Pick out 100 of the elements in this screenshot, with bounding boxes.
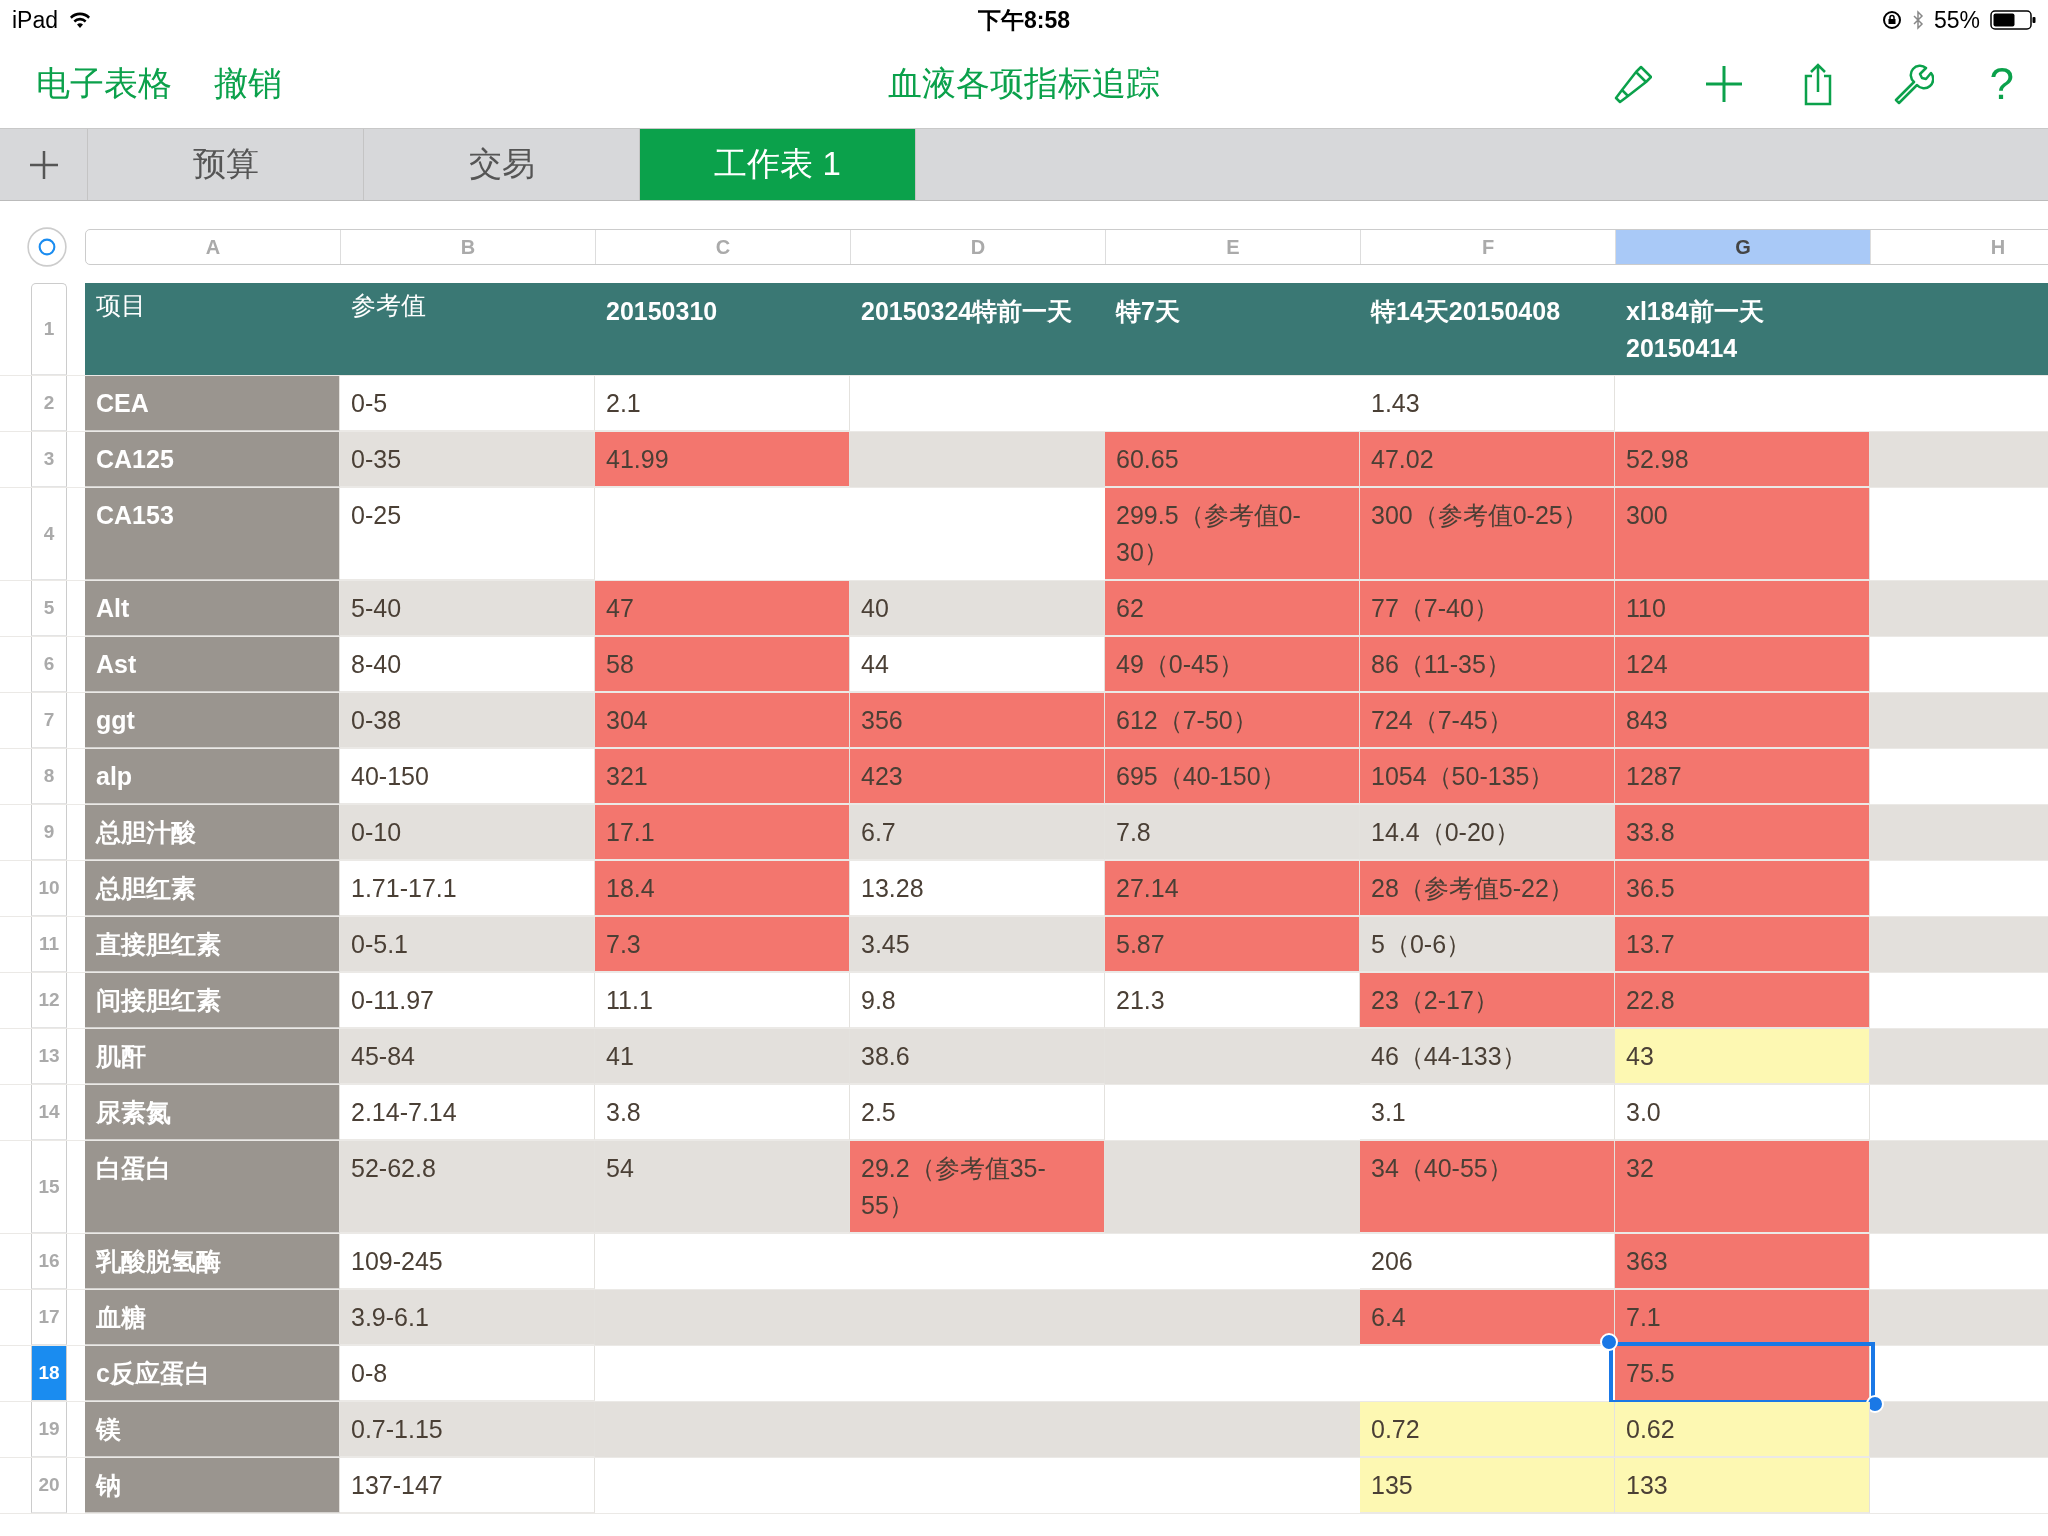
row-number[interactable]: 2 bbox=[31, 376, 67, 431]
device-name: iPad bbox=[12, 6, 59, 34]
bluetooth-icon bbox=[1911, 10, 1924, 30]
row-number[interactable]: 12 bbox=[31, 973, 67, 1028]
row-number[interactable]: 8 bbox=[31, 749, 67, 804]
column-header[interactable]: G bbox=[1616, 230, 1871, 264]
wifi-icon bbox=[68, 11, 93, 29]
row-number[interactable]: 16 bbox=[31, 1234, 67, 1289]
select-all-button[interactable] bbox=[26, 226, 68, 268]
column-header[interactable]: B bbox=[341, 230, 596, 264]
table-cell: 47.02 bbox=[1360, 432, 1615, 487]
row-number[interactable]: 14 bbox=[31, 1085, 67, 1140]
row-number[interactable]: 15 bbox=[31, 1141, 67, 1233]
rotation-lock-icon bbox=[1881, 10, 1902, 30]
table-cell: 124 bbox=[1615, 637, 1870, 692]
row-number[interactable]: 20 bbox=[31, 1458, 67, 1513]
table-cell: CA125 bbox=[85, 432, 340, 487]
table-cell: 49（0-45） bbox=[1105, 637, 1360, 692]
table-cell: 0.72 bbox=[1360, 1402, 1615, 1457]
table-cell: 22.8 bbox=[1615, 973, 1870, 1028]
header-cell-text: 特7天 bbox=[1114, 296, 1181, 327]
table-cell: 0-11.97 bbox=[340, 973, 595, 1028]
row-number[interactable]: 17 bbox=[31, 1290, 67, 1345]
table-cell: 724（7-45） bbox=[1360, 693, 1615, 748]
column-header[interactable]: D bbox=[851, 230, 1106, 264]
table-cell: 34（40-55） bbox=[1360, 1141, 1615, 1233]
table-cell: 6.7 bbox=[850, 805, 1105, 860]
table-cell: 612（7-50） bbox=[1105, 693, 1360, 748]
column-header[interactable]: A bbox=[86, 230, 341, 264]
table-cell: 3.8 bbox=[595, 1085, 850, 1140]
sheet-tab[interactable]: 工作表 1 bbox=[640, 129, 916, 200]
table-cell: c反应蛋白 bbox=[85, 1346, 340, 1401]
row-number[interactable]: 13 bbox=[31, 1029, 67, 1084]
table-cell: 52-62.8 bbox=[340, 1141, 595, 1233]
table-cell: alp bbox=[85, 749, 340, 804]
row-number[interactable]: 7 bbox=[31, 693, 67, 748]
table-cell: 109-245 bbox=[340, 1234, 595, 1289]
table-cell: CA153 bbox=[85, 488, 340, 580]
table-cell: 43 bbox=[1615, 1029, 1870, 1084]
battery-icon bbox=[1990, 10, 2036, 30]
column-header[interactable]: C bbox=[596, 230, 851, 264]
table-cell: 32 bbox=[1615, 1141, 1870, 1233]
row-number[interactable]: 9 bbox=[31, 805, 67, 860]
table-cell: 135 bbox=[1360, 1458, 1615, 1513]
row-number[interactable]: 19 bbox=[31, 1402, 67, 1457]
table-cell: 133 bbox=[1615, 1458, 1870, 1513]
table-cell: 77（7-40） bbox=[1360, 581, 1615, 636]
table-cell: Alt bbox=[85, 581, 340, 636]
row-number[interactable]: 4 bbox=[31, 488, 67, 580]
table-cell: 45-84 bbox=[340, 1029, 595, 1084]
column-header[interactable]: E bbox=[1106, 230, 1361, 264]
table-cell: 62 bbox=[1105, 581, 1360, 636]
row-number[interactable]: 3 bbox=[31, 432, 67, 487]
table-cell: 695（40-150） bbox=[1105, 749, 1360, 804]
table-cell: 60.65 bbox=[1105, 432, 1360, 487]
row-number[interactable]: 6 bbox=[31, 637, 67, 692]
toolbar-button[interactable]: 撤销 bbox=[208, 57, 288, 111]
table-cell: 52.98 bbox=[1615, 432, 1870, 487]
table-cell: 直接胆红素 bbox=[85, 917, 340, 972]
header-cell-text: 20150310 bbox=[605, 296, 719, 327]
table-cell: 3.9-6.1 bbox=[340, 1290, 595, 1345]
status-time: 下午8:58 bbox=[978, 5, 1070, 35]
table-cell: 58 bbox=[595, 637, 850, 692]
table-cell: 6.4 bbox=[1360, 1290, 1615, 1345]
table-cell: 0-8 bbox=[340, 1346, 595, 1401]
header-cell-text: 20150324特前一天 bbox=[860, 296, 1074, 327]
row-number[interactable]: 18 bbox=[31, 1346, 67, 1401]
table-cell: 白蛋白 bbox=[85, 1141, 340, 1233]
table-cell: 363 bbox=[1615, 1234, 1870, 1289]
row-number[interactable]: 10 bbox=[31, 861, 67, 916]
table-cell: 镁 bbox=[85, 1402, 340, 1457]
table-cell: 9.8 bbox=[850, 973, 1105, 1028]
header-cell-text: 项目 bbox=[95, 290, 147, 321]
table-cell: 7.3 bbox=[595, 917, 850, 972]
table-cell: 乳酸脱氢酶 bbox=[85, 1234, 340, 1289]
table-cell: 0-5 bbox=[340, 376, 595, 431]
table-cell: 33.8 bbox=[1615, 805, 1870, 860]
row-number[interactable]: 5 bbox=[31, 581, 67, 636]
row-number[interactable]: 11 bbox=[31, 917, 67, 972]
table-cell: 钠 bbox=[85, 1458, 340, 1513]
help-button[interactable]: ? bbox=[1983, 59, 2020, 109]
table-cell: 300（参考值0-25） bbox=[1360, 488, 1615, 580]
row-number[interactable]: 1 bbox=[31, 283, 67, 375]
column-header[interactable]: H bbox=[1871, 230, 2048, 264]
table-cell: 28（参考值5-22） bbox=[1360, 861, 1615, 916]
selection-handle[interactable] bbox=[1600, 1333, 1618, 1351]
table-cell: CEA bbox=[85, 376, 340, 431]
table-cell: 尿素氮 bbox=[85, 1085, 340, 1140]
toolbar-button[interactable]: 电子表格 bbox=[30, 57, 178, 111]
table-cell: 38.6 bbox=[850, 1029, 1105, 1084]
table-cell: 36.5 bbox=[1615, 861, 1870, 916]
table-cell: 5.87 bbox=[1105, 917, 1360, 972]
table-cell: 23（2-17） bbox=[1360, 973, 1615, 1028]
table-cell: 2.1 bbox=[595, 376, 850, 431]
table-cell: 7.1 bbox=[1615, 1290, 1870, 1345]
table-cell: 1287 bbox=[1615, 749, 1870, 804]
table-cell: 41 bbox=[595, 1029, 850, 1084]
document-title: 血液各项指标追踪 bbox=[888, 63, 1160, 104]
table-cell: 41.99 bbox=[595, 432, 850, 487]
table-cell: 1054（50-135） bbox=[1360, 749, 1615, 804]
